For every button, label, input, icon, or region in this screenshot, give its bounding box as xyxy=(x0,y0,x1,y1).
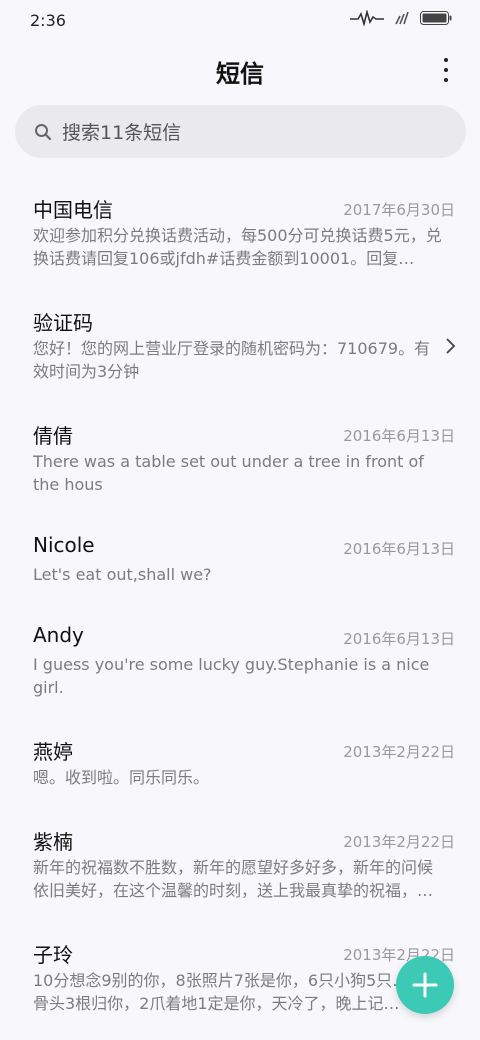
status-bar: 2:36 xyxy=(0,0,480,40)
plus-icon xyxy=(412,972,438,998)
search-placeholder: 搜索11条短信 xyxy=(62,122,182,144)
message-date: 2013年2月22日 xyxy=(343,833,455,851)
message-preview: 您好！您的网上营业厅登录的随机密码为：710679。有效时间为3分钟 xyxy=(33,339,431,381)
search-input[interactable]: 搜索11条短信 xyxy=(15,105,466,158)
message-preview: 新年的祝福数不胜数，新年的愿望好多好多，新年的问候依旧美好，在这个温馨的时刻，送… xyxy=(33,858,434,900)
list-item[interactable]: Andy 2016年6月13日 I guess you're some luck… xyxy=(0,609,480,722)
chevron-right-icon xyxy=(446,338,456,354)
search-icon xyxy=(35,123,52,140)
signal-wave-icon xyxy=(350,10,384,26)
more-options-button[interactable] xyxy=(440,58,452,82)
contact-name: Andy xyxy=(33,623,84,647)
message-date: 2013年2月22日 xyxy=(343,743,455,761)
more-vertical-icon xyxy=(444,58,448,62)
contact-name: 倩倩 xyxy=(33,424,73,448)
status-time: 2:36 xyxy=(30,11,66,30)
list-item[interactable]: 验证码 您好！您的网上营业厅登录的随机密码为：710679。有效时间为3分钟 xyxy=(0,293,480,406)
message-preview: I guess you're some lucky guy.Stephanie … xyxy=(33,655,430,697)
no-signal-icon xyxy=(395,11,409,25)
message-preview: 欢迎参加积分兑换话费活动，每500分可兑换话费5元，兑换话费请回复106或jfd… xyxy=(33,226,442,268)
contact-name: 燕婷 xyxy=(33,740,73,764)
message-preview: Let's eat out,shall we? xyxy=(33,565,212,584)
contact-name: 紫楠 xyxy=(33,830,73,854)
list-item[interactable]: 倩倩 2016年6月13日 There was a table set out … xyxy=(0,406,480,519)
list-item[interactable]: Nicole 2016年6月13日 Let's eat out,shall we… xyxy=(0,519,480,609)
message-preview: 嗯。收到啦。同乐同乐。 xyxy=(33,768,210,787)
list-item[interactable]: 紫楠 2013年2月22日 新年的祝福数不胜数，新年的愿望好多好多，新年的问候依… xyxy=(0,812,480,925)
page-title: 短信 xyxy=(216,60,264,88)
app-header: 短信 xyxy=(0,48,480,92)
status-icons xyxy=(350,10,452,26)
message-date: 2016年6月13日 xyxy=(343,427,455,445)
contact-name: Nicole xyxy=(33,533,95,557)
message-date: 2016年6月13日 xyxy=(343,630,455,648)
battery-icon xyxy=(420,11,452,25)
list-item[interactable]: 燕婷 2013年2月22日 嗯。收到啦。同乐同乐。 xyxy=(0,722,480,812)
compose-button[interactable] xyxy=(396,956,454,1014)
contact-name: 验证码 xyxy=(33,311,93,335)
message-date: 2017年6月30日 xyxy=(343,201,455,219)
list-item[interactable]: 中国电信 2017年6月30日 欢迎参加积分兑换话费活动，每500分可兑换话费5… xyxy=(0,180,480,293)
message-preview: There was a table set out under a tree i… xyxy=(33,452,424,494)
message-preview: 10分想念9别的你，8张照片7张是你，6只小狗5只…4根骨头3根归你，2爪着地1… xyxy=(33,971,435,1013)
contact-name: 中国电信 xyxy=(33,198,113,222)
contact-name: 子玲 xyxy=(33,943,73,967)
message-date: 2016年6月13日 xyxy=(343,540,455,558)
